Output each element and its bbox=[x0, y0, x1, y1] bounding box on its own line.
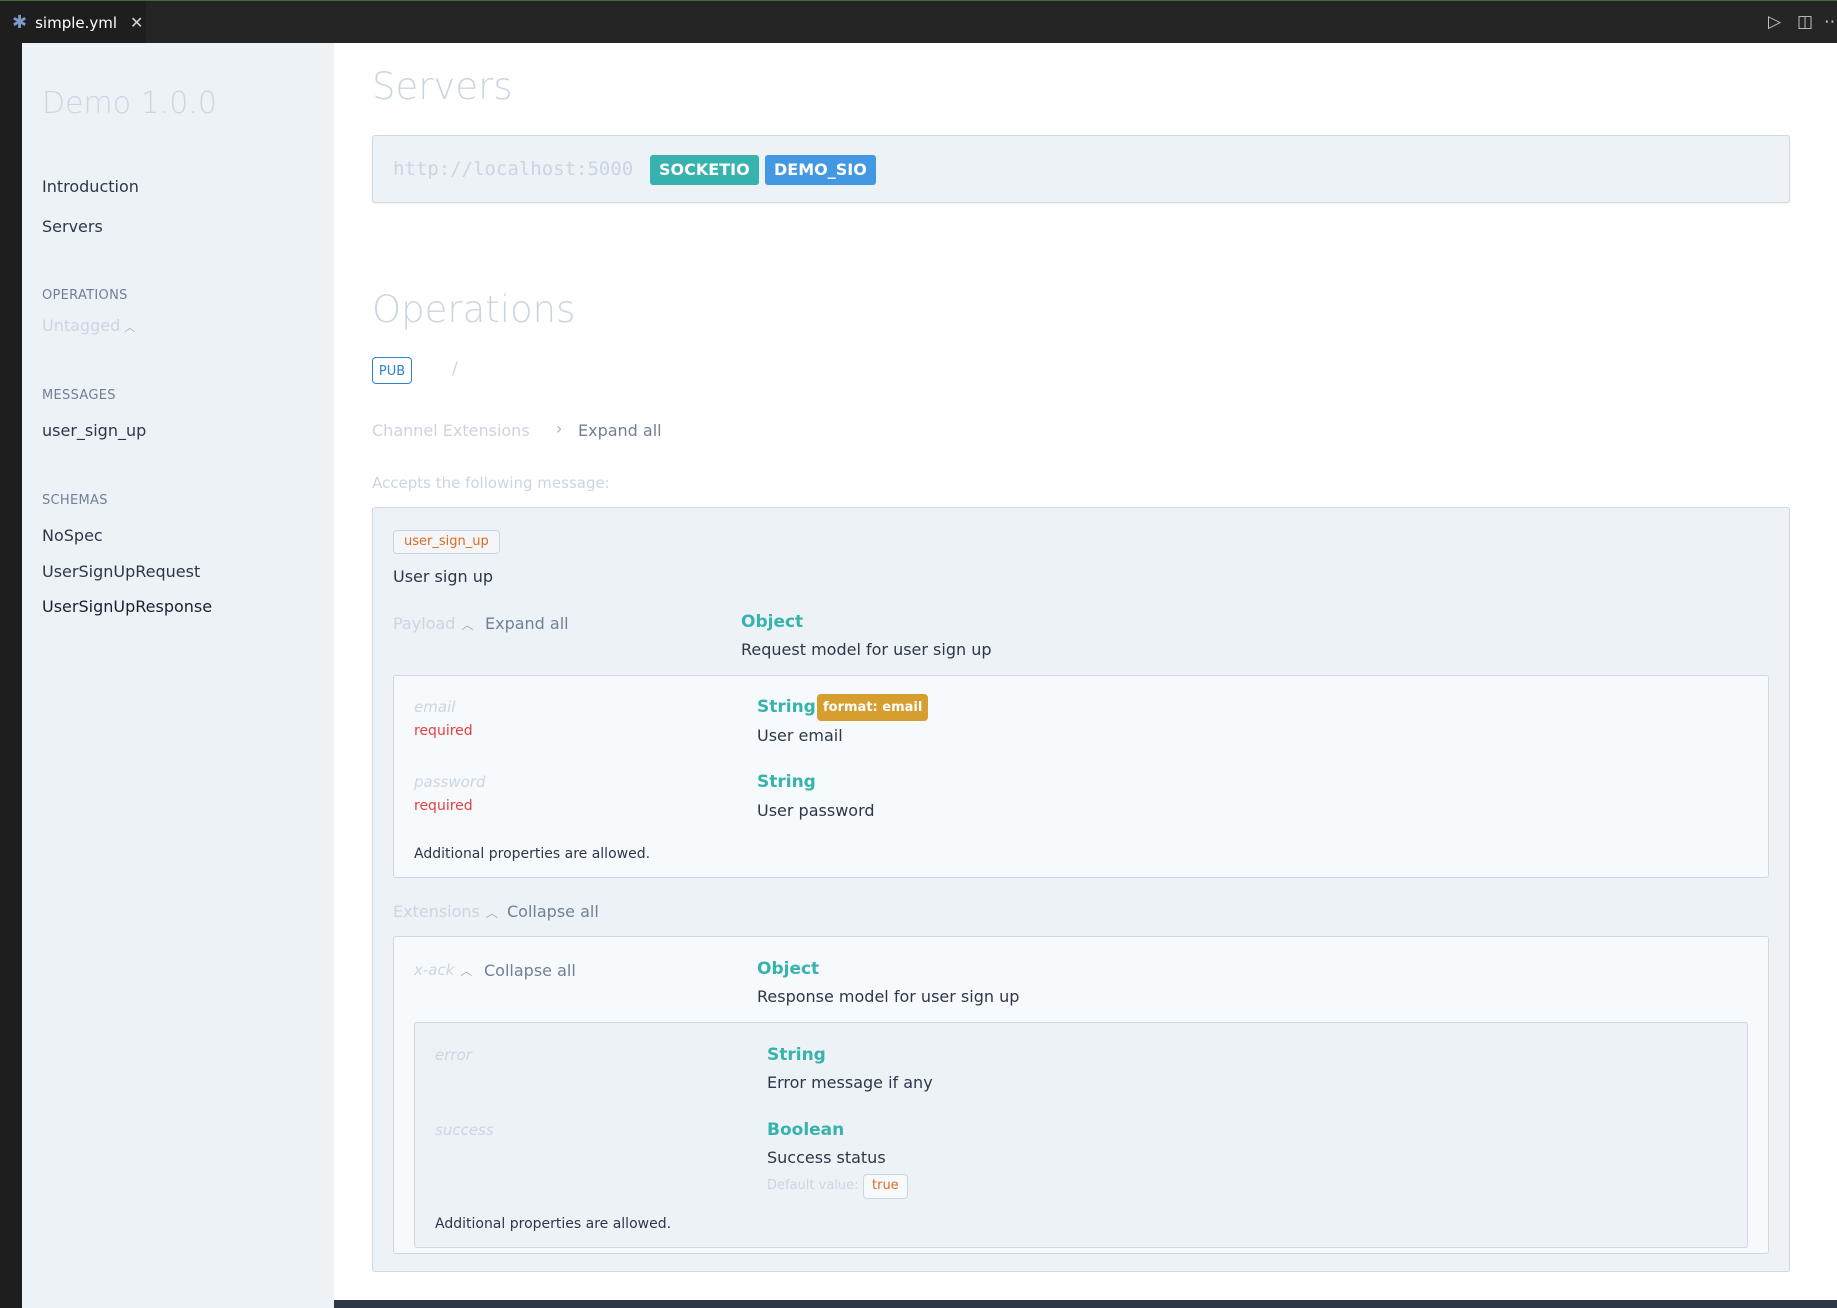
main-content: Servers http://localhost:5000 SOCKETIO D… bbox=[334, 43, 1837, 1308]
extensions-collapse-all-button[interactable]: Collapse all bbox=[507, 902, 599, 921]
required-label: required bbox=[414, 798, 473, 814]
property-type-success: Boolean bbox=[767, 1120, 845, 1140]
asyncapi-preview: Demo 1.0.0 Introduction Servers OPERATIO… bbox=[22, 43, 1837, 1308]
sidebar-item-servers[interactable]: Servers bbox=[42, 217, 103, 236]
server-url: http://localhost:5000 bbox=[393, 158, 634, 180]
sidebar-item-nospec[interactable]: NoSpec bbox=[42, 526, 103, 545]
property-type-password: String bbox=[757, 772, 816, 792]
ack-properties: error String Error message if any succes… bbox=[414, 1022, 1748, 1248]
channel-extensions-label[interactable]: Channel Extensions bbox=[372, 421, 530, 440]
property-name-password: password bbox=[414, 773, 486, 791]
payload-description: Request model for user sign up bbox=[741, 640, 992, 659]
property-description-success: Success status bbox=[767, 1148, 886, 1167]
message-name-badge: user_sign_up bbox=[393, 530, 500, 554]
sidebar: Demo 1.0.0 Introduction Servers OPERATIO… bbox=[22, 43, 334, 1308]
payload-properties: email required String format: email User… bbox=[393, 675, 1769, 878]
ack-toggle[interactable]: x-ack ︿ bbox=[414, 961, 472, 979]
payload-expand-all-button[interactable]: Expand all bbox=[485, 614, 569, 633]
property-description-email: User email bbox=[757, 726, 843, 745]
extensions-toggle[interactable]: Extensions ︿ bbox=[393, 902, 498, 921]
sidebar-item-usersignupresponse[interactable]: UserSignUpResponse bbox=[42, 597, 212, 616]
additional-properties-note: Additional properties are allowed. bbox=[435, 1216, 672, 1232]
property-name-success: success bbox=[435, 1121, 494, 1139]
property-type-email: String bbox=[757, 697, 816, 717]
operations-title: Operations bbox=[372, 288, 576, 331]
server-name-badge: DEMO_SIO bbox=[765, 155, 876, 185]
chevron-up-icon: ︿ bbox=[124, 321, 136, 334]
format-badge: format: email bbox=[817, 694, 929, 721]
operation-method-badge: PUB bbox=[372, 357, 412, 384]
chevron-up-icon: ︿ bbox=[460, 964, 473, 978]
editor-tab-bar: ✱ simple.yml ✕ ▷ ◫ ⋯ bbox=[0, 0, 1837, 44]
ack-collapse-all-button[interactable]: Collapse all bbox=[484, 961, 576, 980]
default-value-label: Default value: bbox=[767, 1178, 859, 1193]
play-icon[interactable]: ▷ bbox=[1768, 12, 1781, 32]
bottom-scroll-bar bbox=[334, 1300, 1837, 1308]
property-name-error: error bbox=[435, 1046, 472, 1064]
payload-toggle[interactable]: Payload ︿ bbox=[393, 614, 473, 633]
messages-heading: MESSAGES bbox=[42, 388, 116, 403]
untagged-label: Untagged bbox=[42, 316, 121, 335]
sidebar-item-untagged[interactable]: Untagged ︿ bbox=[42, 316, 135, 335]
asterisk-file-icon: ✱ bbox=[12, 11, 28, 33]
extensions-box: x-ack ︿ Collapse all Object Response mode… bbox=[393, 936, 1769, 1254]
chevron-up-icon: ︿ bbox=[461, 618, 474, 632]
ack-name: x-ack bbox=[414, 961, 455, 979]
sidebar-item-user-sign-up[interactable]: user_sign_up bbox=[42, 421, 146, 440]
payload-label: Payload bbox=[393, 614, 456, 633]
payload-type: Object bbox=[741, 612, 804, 632]
close-icon[interactable]: ✕ bbox=[130, 13, 143, 32]
operations-heading: OPERATIONS bbox=[42, 288, 128, 303]
property-description-password: User password bbox=[757, 801, 875, 820]
servers-title: Servers bbox=[372, 65, 513, 108]
accepts-message-label: Accepts the following message: bbox=[372, 474, 610, 492]
sidebar-item-introduction[interactable]: Introduction bbox=[42, 177, 139, 196]
additional-properties-note: Additional properties are allowed. bbox=[414, 846, 651, 862]
property-name-email: email bbox=[414, 698, 456, 716]
more-icon[interactable]: ⋯ bbox=[1824, 12, 1837, 32]
ack-type: Object bbox=[757, 959, 820, 979]
required-label: required bbox=[414, 723, 473, 739]
sidebar-item-usersignuprequest[interactable]: UserSignUpRequest bbox=[42, 562, 200, 581]
protocol-badge: SOCKETIO bbox=[650, 155, 759, 185]
editor-tab-simple-yml[interactable]: ✱ simple.yml ✕ bbox=[0, 1, 146, 44]
tab-label: simple.yml bbox=[35, 13, 118, 32]
chevron-up-icon: ︿ bbox=[485, 906, 498, 920]
channel-expand-all-button[interactable]: Expand all bbox=[578, 421, 662, 440]
schemas-heading: SCHEMAS bbox=[42, 493, 108, 508]
extensions-label: Extensions bbox=[393, 902, 480, 921]
property-description-error: Error message if any bbox=[767, 1073, 933, 1092]
server-card: http://localhost:5000 SOCKETIO DEMO_SIO bbox=[372, 135, 1790, 203]
app-title: Demo 1.0.0 bbox=[42, 86, 218, 121]
channel-name: / bbox=[452, 359, 458, 379]
default-value-badge: true bbox=[863, 1174, 908, 1199]
split-editor-icon[interactable]: ◫ bbox=[1797, 12, 1813, 32]
message-summary: User sign up bbox=[393, 567, 494, 586]
ack-description: Response model for user sign up bbox=[757, 987, 1020, 1006]
property-type-error: String bbox=[767, 1045, 826, 1065]
chevron-right-icon[interactable]: › bbox=[556, 419, 562, 438]
message-card: user_sign_up User sign up Payload ︿ Expan… bbox=[372, 507, 1790, 1272]
